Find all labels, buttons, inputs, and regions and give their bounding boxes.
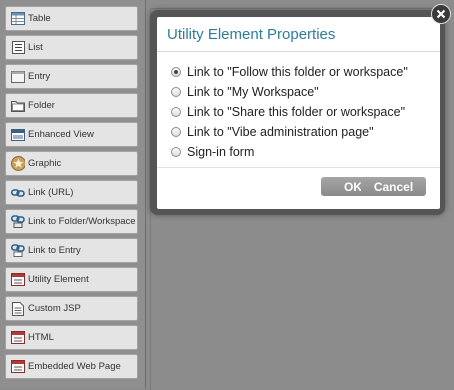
option-share-folder-workspace[interactable]: Link to "Share this folder or workspace" bbox=[171, 105, 405, 119]
palette-item-link-url[interactable]: Link (URL) bbox=[5, 180, 138, 205]
cancel-button[interactable]: Cancel bbox=[361, 177, 426, 196]
palette-item-list[interactable]: List bbox=[5, 35, 138, 60]
radio-button[interactable] bbox=[171, 127, 181, 137]
footer-divider bbox=[157, 167, 440, 168]
link-icon bbox=[11, 215, 25, 229]
graphic-icon bbox=[11, 156, 25, 171]
element-palette: Table List Entry Folder Enhanced View Gr… bbox=[0, 0, 146, 389]
palette-item-html[interactable]: HTML bbox=[5, 325, 138, 350]
palette-item-label: Entry bbox=[28, 71, 51, 82]
palette-item-label: Link to Folder/Workspace bbox=[28, 216, 136, 227]
radio-button[interactable] bbox=[171, 107, 181, 117]
option-my-workspace[interactable]: Link to "My Workspace" bbox=[171, 85, 319, 99]
palette-item-label: Link to Entry bbox=[28, 245, 81, 256]
link-icon bbox=[11, 186, 25, 200]
option-label: Link to "Follow this folder or workspace… bbox=[187, 65, 408, 79]
palette-item-table[interactable]: Table bbox=[5, 6, 138, 31]
title-divider bbox=[157, 51, 440, 52]
palette-item-utility-element[interactable]: Utility Element bbox=[5, 267, 138, 292]
palette-item-label: Folder bbox=[28, 100, 55, 111]
palette-item-graphic[interactable]: Graphic bbox=[5, 151, 138, 176]
close-button[interactable] bbox=[431, 4, 451, 24]
palette-item-label: Enhanced View bbox=[28, 129, 94, 140]
radio-button[interactable] bbox=[171, 147, 181, 157]
link-icon bbox=[11, 244, 25, 258]
html-icon bbox=[11, 331, 25, 345]
palette-item-label: Table bbox=[28, 13, 51, 24]
option-follow-folder-workspace[interactable]: Link to "Follow this folder or workspace… bbox=[171, 65, 408, 79]
palette-item-link-folder-workspace[interactable]: Link to Folder/Workspace bbox=[5, 209, 138, 234]
palette-item-label: Link (URL) bbox=[28, 187, 74, 198]
radio-button[interactable] bbox=[171, 87, 181, 97]
palette-item-label: HTML bbox=[28, 332, 54, 343]
list-icon bbox=[11, 41, 25, 55]
table-icon bbox=[11, 12, 25, 26]
palette-item-label: List bbox=[28, 42, 43, 53]
radio-button-selected[interactable] bbox=[171, 67, 181, 77]
option-sign-in-form[interactable]: Sign-in form bbox=[171, 145, 254, 159]
enhanced-view-icon bbox=[11, 128, 25, 142]
dialog-title: Utility Element Properties bbox=[167, 26, 336, 43]
palette-item-custom-jsp[interactable]: Custom JSP bbox=[5, 296, 138, 321]
custom-jsp-icon bbox=[11, 301, 25, 316]
palette-item-folder[interactable]: Folder bbox=[5, 93, 138, 118]
palette-item-label: Custom JSP bbox=[28, 303, 81, 314]
palette-item-entry[interactable]: Entry bbox=[5, 64, 138, 89]
palette-item-label: Graphic bbox=[28, 158, 62, 169]
palette-item-label: Embedded Web Page bbox=[28, 361, 121, 372]
utility-element-icon bbox=[11, 273, 25, 287]
utility-element-properties-dialog: Utility Element Properties Link to "Foll… bbox=[157, 17, 440, 209]
option-label: Link to "My Workspace" bbox=[187, 85, 319, 99]
embedded-web-page-icon bbox=[11, 360, 25, 374]
palette-item-link-entry[interactable]: Link to Entry bbox=[5, 238, 138, 263]
folder-icon bbox=[11, 99, 25, 113]
option-label: Link to "Vibe administration page" bbox=[187, 125, 374, 139]
option-label: Sign-in form bbox=[187, 145, 255, 159]
palette-item-enhanced-view[interactable]: Enhanced View bbox=[5, 122, 138, 147]
close-icon bbox=[436, 9, 446, 19]
palette-item-embedded-web-page[interactable]: Embedded Web Page bbox=[5, 354, 138, 379]
palette-item-label: Utility Element bbox=[28, 274, 89, 285]
option-vibe-administration-page[interactable]: Link to "Vibe administration page" bbox=[171, 125, 374, 139]
option-label: Link to "Share this folder or workspace" bbox=[187, 105, 406, 119]
entry-icon bbox=[11, 70, 25, 84]
